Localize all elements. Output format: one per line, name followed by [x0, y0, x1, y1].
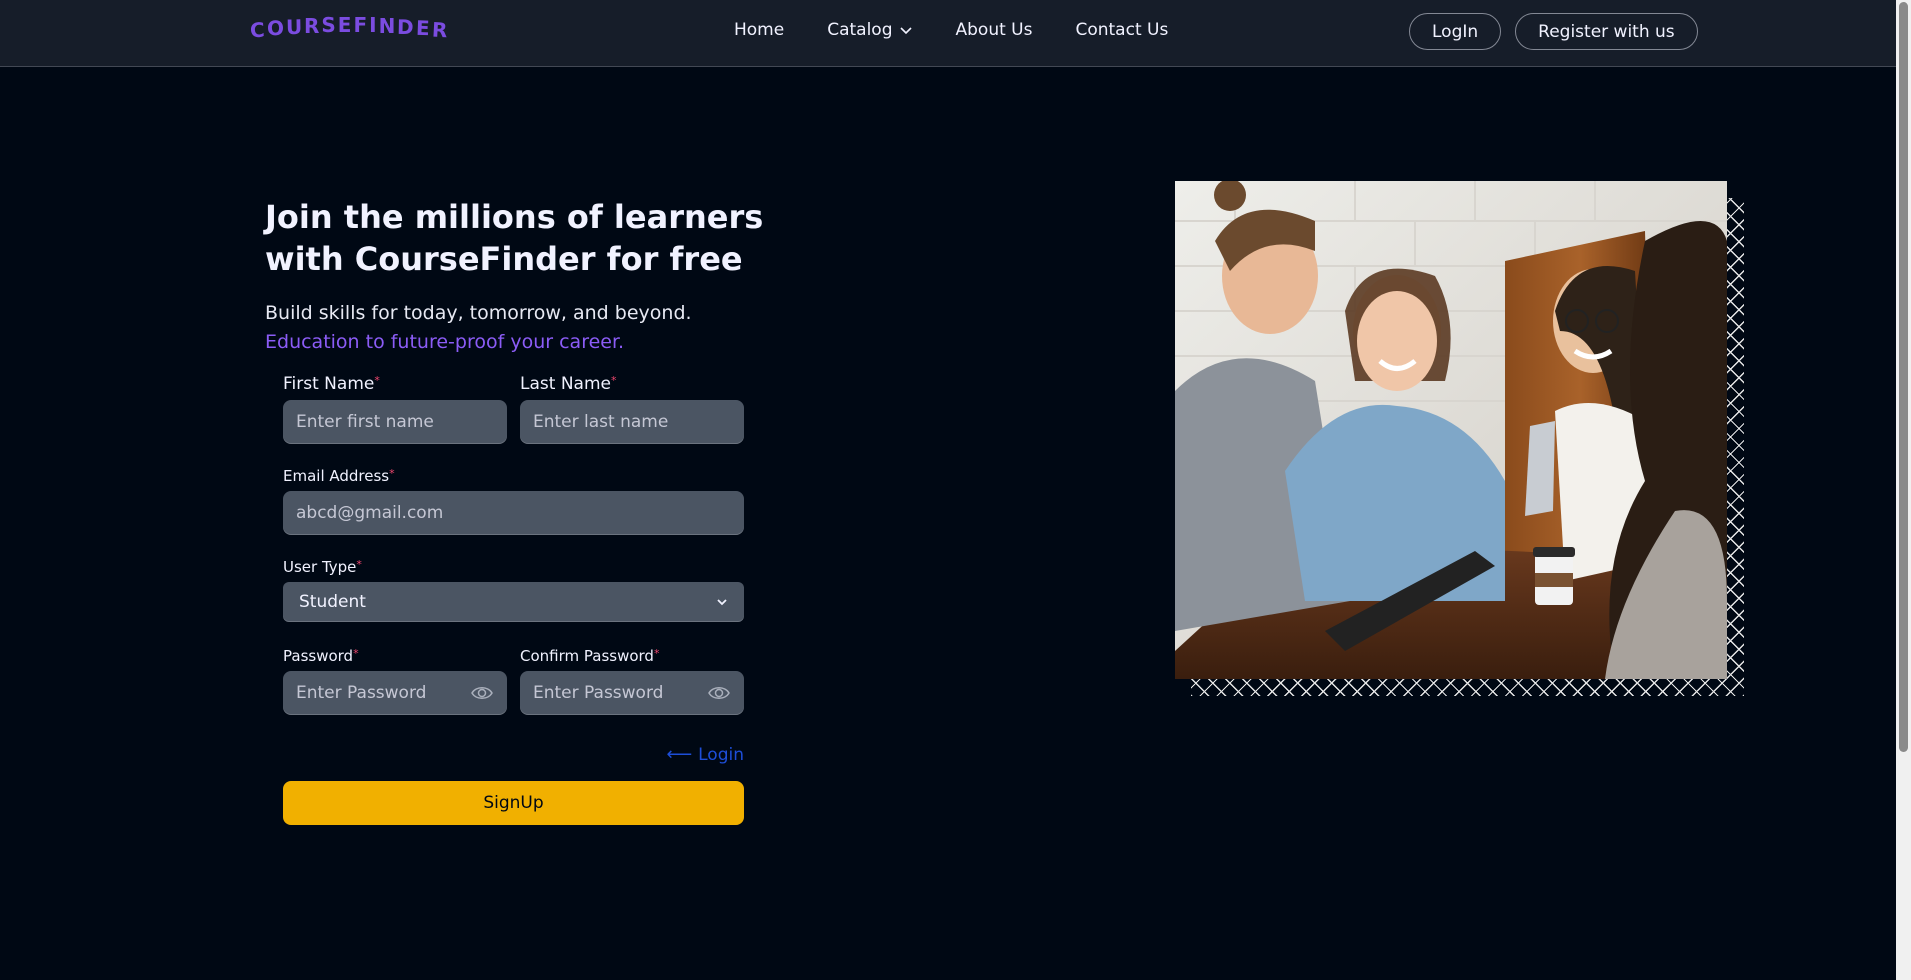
password-label: Password*	[283, 647, 359, 665]
nav-catalog-dropdown[interactable]: Catalog	[827, 20, 912, 40]
eye-icon[interactable]	[471, 683, 493, 703]
user-type-label: User Type*	[283, 558, 362, 576]
page-headline: Join the millions of learners with Cours…	[265, 198, 764, 278]
scrollbar-thumb[interactable]	[1899, 2, 1908, 752]
nav-contact-link[interactable]: Contact Us	[1075, 20, 1168, 40]
chevron-down-icon	[899, 27, 912, 35]
nav-about-link[interactable]: About Us	[956, 20, 1033, 40]
chevron-down-icon	[717, 599, 727, 606]
confirm-password-label: Confirm Password*	[520, 647, 660, 665]
nav-home-label: Home	[734, 20, 785, 40]
nav-links: Home Catalog About Us Contact Us	[734, 20, 1168, 40]
eye-icon[interactable]	[708, 683, 730, 703]
last-name-label: Last Name*	[520, 374, 617, 394]
nav-home-link[interactable]: Home	[734, 20, 784, 40]
register-button[interactable]: Register with us	[1515, 13, 1698, 50]
first-name-label: First Name*	[283, 374, 380, 394]
learners-illustration	[1175, 181, 1727, 679]
login-link-label: Login	[698, 744, 744, 765]
nav-catalog-label: Catalog	[827, 20, 893, 40]
signup-form: First Name* Enter first name Last Name* …	[283, 374, 744, 825]
login-button[interactable]: LogIn	[1409, 13, 1502, 50]
user-type-value: Student	[299, 592, 366, 612]
learners-photo	[1175, 181, 1727, 679]
auth-buttons: LogIn Register with us	[1409, 13, 1698, 50]
page-scrollbar[interactable]	[1896, 0, 1911, 980]
nav-contact-label: Contact Us	[1075, 20, 1169, 40]
password-row: Password* Enter Password Confirm Passwor…	[283, 647, 744, 715]
hero-subtitle: Build skills for today, tomorrow, and be…	[265, 299, 692, 357]
email-field[interactable]: abcd@gmail.com	[283, 491, 744, 535]
email-label: Email Address*	[283, 467, 395, 485]
arrow-left-icon: ⟵	[666, 744, 693, 765]
last-name-input[interactable]: Enter last name	[520, 400, 744, 444]
user-type-select[interactable]: Student	[283, 582, 744, 622]
first-name-input[interactable]: Enter first name	[283, 400, 507, 444]
nav-about-label: About Us	[955, 20, 1033, 40]
top-navbar: C O U R S E F I N D E R Home Catalog Abo…	[0, 0, 1896, 67]
subtitle-highlight: Education to future-proof your career.	[265, 331, 625, 353]
signup-button[interactable]: SignUp	[283, 781, 744, 825]
name-row: First Name* Enter first name Last Name* …	[283, 374, 744, 444]
back-to-login-link[interactable]: ⟵ Login	[283, 744, 744, 765]
subtitle-text: Build skills for today, tomorrow, and be…	[265, 302, 692, 324]
site-logo[interactable]: C O U R S E F I N D E R	[249, 13, 449, 42]
